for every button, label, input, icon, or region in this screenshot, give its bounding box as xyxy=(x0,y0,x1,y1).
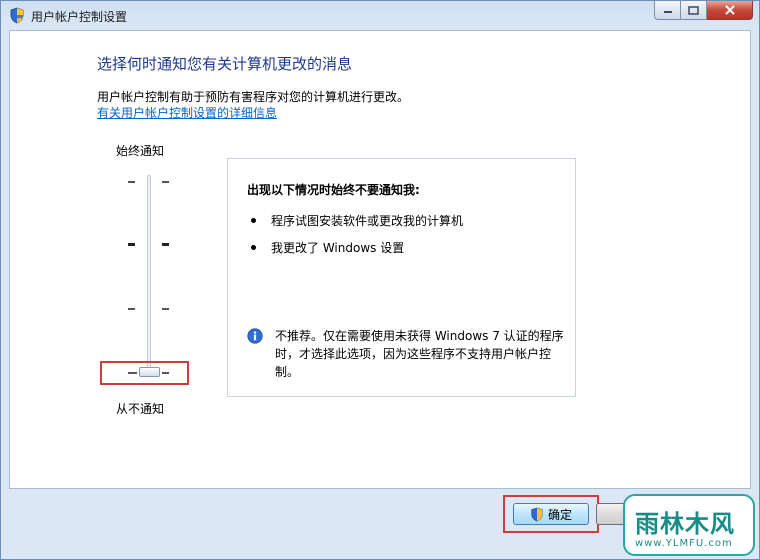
info-panel: 出现以下情况时始终不要通知我: 程序试图安装软件或更改我的计算机 我更改了 Wi… xyxy=(227,158,576,397)
highlight-box xyxy=(100,361,189,385)
info-icon xyxy=(247,328,263,344)
ok-button-label: 确定 xyxy=(547,507,572,522)
description-text: 用户帐户控制有助于预防有害程序对您的计算机进行更改。 xyxy=(97,90,410,104)
shield-icon xyxy=(10,7,24,24)
warning-note: 不推荐。仅在需要使用未获得 Windows 7 认证的程序时，才选择此选项，因为… xyxy=(275,329,564,379)
slider-tick xyxy=(128,308,135,310)
minimize-icon xyxy=(663,11,672,13)
bullet-icon xyxy=(251,245,256,250)
page-title: 选择何时通知您有关计算机更改的消息 xyxy=(97,55,353,73)
caption-buttons xyxy=(654,1,753,21)
slider-track[interactable] xyxy=(147,175,151,375)
watermark-text: 雨林木风 xyxy=(635,510,735,538)
bullet-icon xyxy=(251,218,256,223)
window-title: 用户帐户控制设置 xyxy=(31,10,128,24)
close-button[interactable] xyxy=(707,1,753,20)
watermark-logo: 雨林木风 www.YLMFU.com xyxy=(623,494,755,556)
uac-settings-window: 用户帐户控制设置 选择何时通知您有关计算机更改的消息 用户帐户控制有助于预防有害… xyxy=(0,0,760,560)
slider-tick xyxy=(162,308,169,310)
info-title: 出现以下情况时始终不要通知我: xyxy=(247,183,420,197)
slider-top-label: 始终通知 xyxy=(116,144,165,158)
watermark-url: www.YLMFU.com xyxy=(635,538,733,549)
slider-tick xyxy=(128,181,135,183)
maximize-button[interactable] xyxy=(681,1,707,20)
slider-tick xyxy=(162,243,169,246)
slider-tick xyxy=(128,243,135,246)
list-item-text: 我更改了 Windows 设置 xyxy=(271,241,405,255)
ok-button[interactable]: 确定 xyxy=(513,503,589,525)
title-bar: 用户帐户控制设置 xyxy=(1,1,759,30)
content-pane: 选择何时通知您有关计算机更改的消息 用户帐户控制有助于预防有害程序对您的计算机进… xyxy=(9,30,751,489)
shield-icon xyxy=(531,507,543,521)
slider-bottom-label: 从不通知 xyxy=(116,402,165,416)
list-item-text: 程序试图安装软件或更改我的计算机 xyxy=(271,214,464,228)
close-icon xyxy=(724,5,735,15)
maximize-icon xyxy=(688,5,699,15)
minimize-button[interactable] xyxy=(654,1,681,20)
details-link[interactable]: 有关用户帐户控制设置的详细信息 xyxy=(97,104,277,121)
slider-tick xyxy=(162,181,169,183)
